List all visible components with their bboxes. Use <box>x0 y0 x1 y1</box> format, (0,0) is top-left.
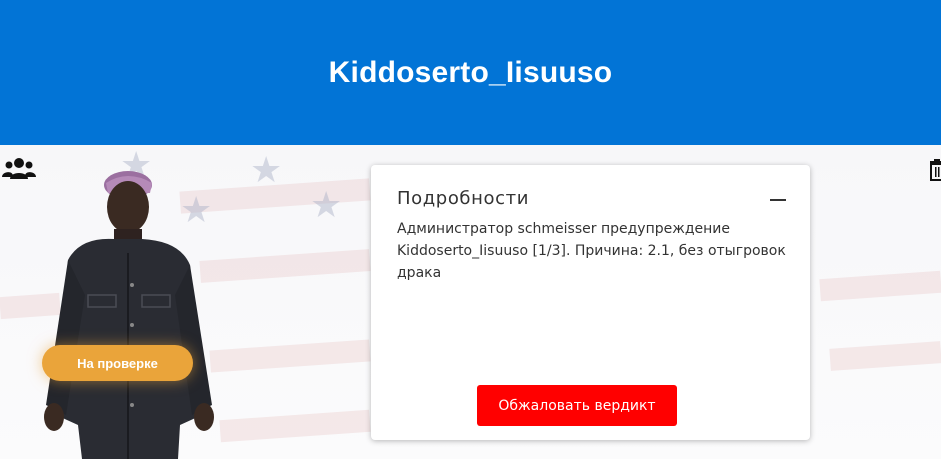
flag-stripe <box>209 339 371 373</box>
page-header: Kiddoserto_Iisuuso <box>0 0 941 145</box>
flag-star-icon: ★ <box>250 150 283 191</box>
card-description: Администратор schmeisser предупреждение … <box>397 221 786 281</box>
card-title: Подробности <box>397 188 529 209</box>
character-avatar <box>44 171 214 459</box>
status-button[interactable]: На проверке <box>42 345 193 381</box>
flag-star-icon: ★ <box>310 185 343 226</box>
details-card: Подробности Администратор schmeisser пре… <box>371 165 810 440</box>
flag-stripe <box>219 409 371 443</box>
flag-stripe <box>819 270 941 302</box>
player-name-title: Kiddoserto_Iisuuso <box>328 55 613 89</box>
minus-icon[interactable] <box>770 199 786 201</box>
appeal-verdict-button[interactable]: Обжаловать вердикт <box>477 385 677 426</box>
trash-icon[interactable] <box>930 159 941 181</box>
flag-stripe <box>199 249 371 283</box>
flag-stripe <box>829 341 941 371</box>
